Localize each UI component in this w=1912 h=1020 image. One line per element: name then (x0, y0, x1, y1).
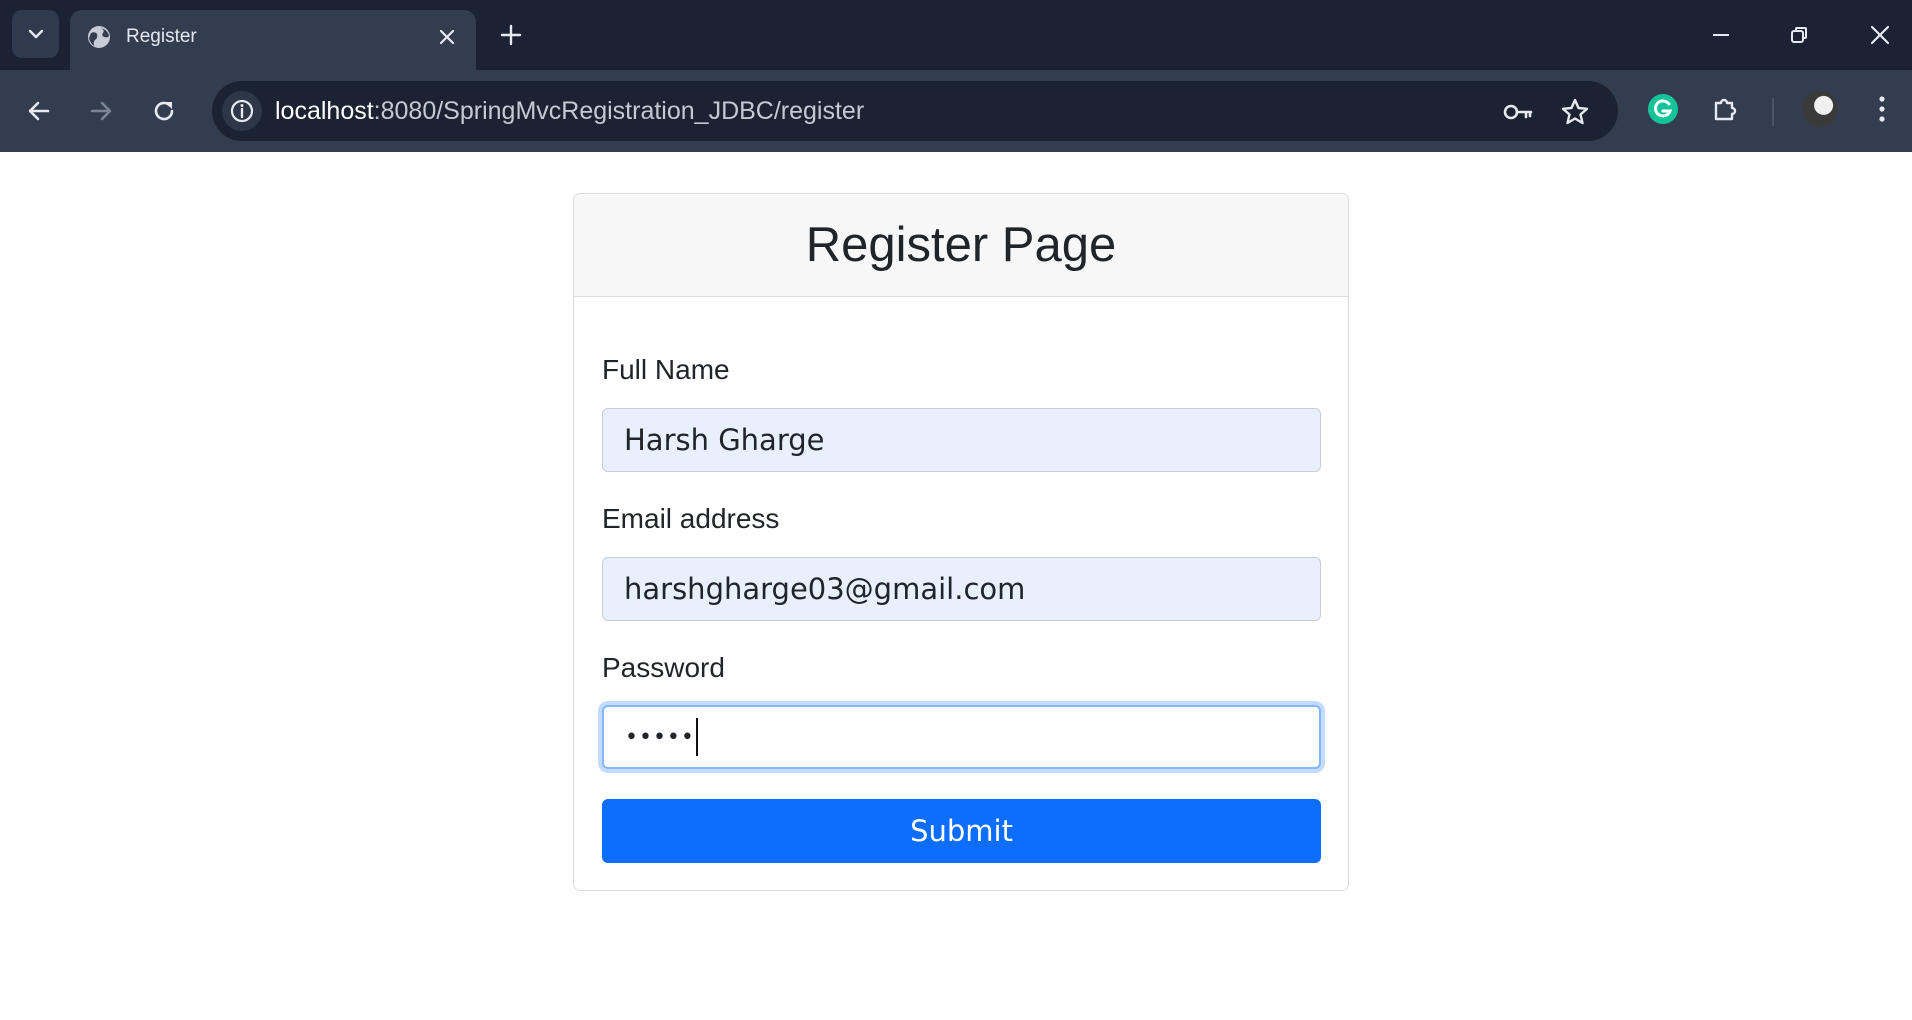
card-header: Register Page (574, 194, 1348, 297)
password-input[interactable]: ••••• (602, 705, 1321, 769)
password-key-button[interactable] (1501, 95, 1535, 129)
key-icon (1503, 104, 1533, 120)
text-caret (695, 718, 698, 756)
url-text[interactable]: localhost:8080/SpringMvcRegistration_JDB… (275, 81, 864, 141)
tab-title: Register (126, 26, 197, 47)
submit-button[interactable]: Submit (602, 799, 1321, 863)
toolbar-separator (1772, 98, 1774, 126)
browser-toolbar: localhost:8080/SpringMvcRegistration_JDB… (0, 70, 1912, 152)
email-label: Email address (602, 503, 780, 534)
extensions-button[interactable] (1706, 89, 1746, 129)
globe-icon (86, 24, 112, 50)
minimize-button[interactable] (1703, 17, 1739, 53)
plus-icon (500, 24, 522, 46)
browser-menu-button[interactable] (1862, 89, 1902, 129)
new-tab-button[interactable] (496, 20, 526, 50)
restore-button[interactable] (1781, 17, 1817, 53)
reload-button[interactable] (145, 92, 183, 130)
tab-strip: Register (0, 0, 1912, 70)
minimize-icon (1713, 34, 1729, 36)
bookmark-button[interactable] (1558, 95, 1592, 129)
email-input[interactable]: harshgharge03@gmail.com (602, 557, 1321, 621)
email-value: harshgharge03@gmail.com (624, 572, 1026, 606)
password-label: Password (602, 652, 725, 683)
password-value: ••••• (625, 724, 695, 750)
arrow-right-icon (90, 101, 112, 121)
puzzle-icon (1714, 98, 1737, 121)
close-window-button[interactable] (1862, 17, 1898, 53)
address-bar[interactable]: localhost:8080/SpringMvcRegistration_JDB… (212, 81, 1618, 141)
close-icon (1870, 25, 1890, 45)
full-name-label: Full Name (602, 354, 730, 385)
full-name-input[interactable]: Harsh Gharge (602, 408, 1321, 472)
url-path: :8080/SpringMvcRegistration_JDBC/registe… (373, 97, 865, 125)
grammarly-extension-button[interactable] (1643, 89, 1683, 129)
more-vertical-icon (1879, 96, 1885, 122)
page-title: Register Page (805, 218, 1117, 272)
grammarly-icon (1648, 94, 1678, 124)
forward-button[interactable] (82, 92, 120, 130)
chevron-down-icon (28, 29, 43, 39)
arrow-left-icon (28, 101, 50, 121)
active-tab[interactable]: Register (70, 10, 476, 70)
back-button[interactable] (20, 92, 58, 130)
info-icon (230, 99, 254, 123)
full-name-value: Harsh Gharge (624, 423, 825, 457)
reload-icon (154, 101, 174, 121)
close-tab-icon[interactable] (434, 24, 460, 50)
register-card: Register Page Full Name Harsh Gharge Ema… (573, 193, 1349, 891)
url-host: localhost (275, 97, 374, 125)
profile-avatar[interactable] (1802, 91, 1838, 127)
site-info-button[interactable] (222, 91, 262, 131)
tab-search-button[interactable] (12, 10, 59, 58)
star-icon (1561, 98, 1589, 125)
restore-icon (1791, 27, 1807, 43)
